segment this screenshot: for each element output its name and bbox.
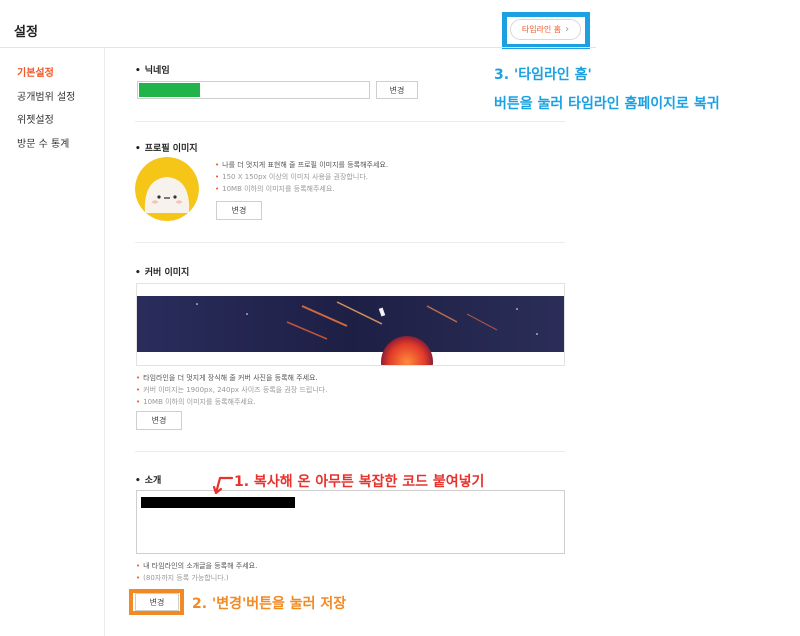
cover-info-line: • 타임라인을 더 멋지게 장식해 줄 커버 사진을 등록해 주세요. xyxy=(136,374,318,382)
page-title: 설정 xyxy=(14,25,38,40)
profile-info-line: • 나를 더 멋지게 표현해 줄 프로필 이미지를 등록해주세요. xyxy=(215,161,389,169)
intro-redacted-text xyxy=(141,497,295,508)
cover-info-line: • 10MB 이하의 이미지를 등록해주세요. xyxy=(136,398,256,406)
header-divider xyxy=(0,47,596,48)
sidebar-item-basic[interactable]: 기본설정 xyxy=(17,64,54,79)
intro-change-highlight xyxy=(129,589,184,615)
section-divider xyxy=(135,242,565,243)
cover-info-line: • 커버 이미지는 1900px, 240px 사이즈 등록을 권장 드립니다. xyxy=(136,386,328,394)
arrow-annotation-icon xyxy=(212,476,234,495)
annotation-step1: 1. 복사해 온 아무튼 복잡한 코드 붙여넣기 xyxy=(234,474,485,490)
intro-info-line: • (80자까지 등록 가능합니다.) xyxy=(136,574,229,582)
profile-image-title: 프로필 이미지 xyxy=(135,141,198,154)
cover-info: • 타임라인을 더 멋지게 장식해 줄 커버 사진을 등록해 주세요. • 커버 이… xyxy=(136,372,327,408)
profile-info-line: • 150 X 150px 이상의 이미지 사용을 권장합니다. xyxy=(215,173,368,181)
avatar xyxy=(135,157,199,221)
annotation-step3-line1: 3. '타임라인 홈' xyxy=(494,67,592,83)
cover-change-button[interactable]: 변경 xyxy=(136,411,182,430)
profile-info-line: • 10MB 이하의 이미지를 등록해주세요. xyxy=(215,185,335,193)
section-divider xyxy=(135,121,565,122)
intro-title: 소개 xyxy=(135,473,162,486)
sidebar-item-widget[interactable]: 위젯설정 xyxy=(17,111,54,126)
nickname-title: 닉네임 xyxy=(135,63,170,76)
profile-change-button[interactable]: 변경 xyxy=(216,201,262,220)
nickname-redacted xyxy=(139,83,200,97)
intro-info: • 내 타임라인의 소개글을 등록해 주세요. • (80자까지 등록 가능합니다.… xyxy=(136,560,257,584)
annotation-step3-line2: 버튼을 눌러 타임라인 홈페이지로 복귀 xyxy=(494,96,720,112)
sidebar-item-privacy[interactable]: 공개범위 설정 xyxy=(17,88,75,103)
sidebar-divider xyxy=(104,48,105,636)
nickname-change-button[interactable]: 변경 xyxy=(376,81,418,99)
intro-info-line: • 내 타임라인의 소개글을 등록해 주세요. xyxy=(136,562,258,570)
annotation-step2: 2. '변경'버튼을 눌러 저장 xyxy=(192,596,347,612)
cover-image-title: 커버 이미지 xyxy=(135,265,190,278)
profile-info: • 나를 더 멋지게 표현해 줄 프로필 이미지를 등록해주세요. • 150 X … xyxy=(215,159,388,195)
cover-artwork xyxy=(137,296,564,365)
avatar-character-icon xyxy=(135,157,199,221)
timeline-home-highlight xyxy=(502,12,590,49)
cover-image xyxy=(136,283,565,366)
section-divider xyxy=(135,451,565,452)
sidebar-item-stats[interactable]: 방문 수 통계 xyxy=(17,135,69,150)
